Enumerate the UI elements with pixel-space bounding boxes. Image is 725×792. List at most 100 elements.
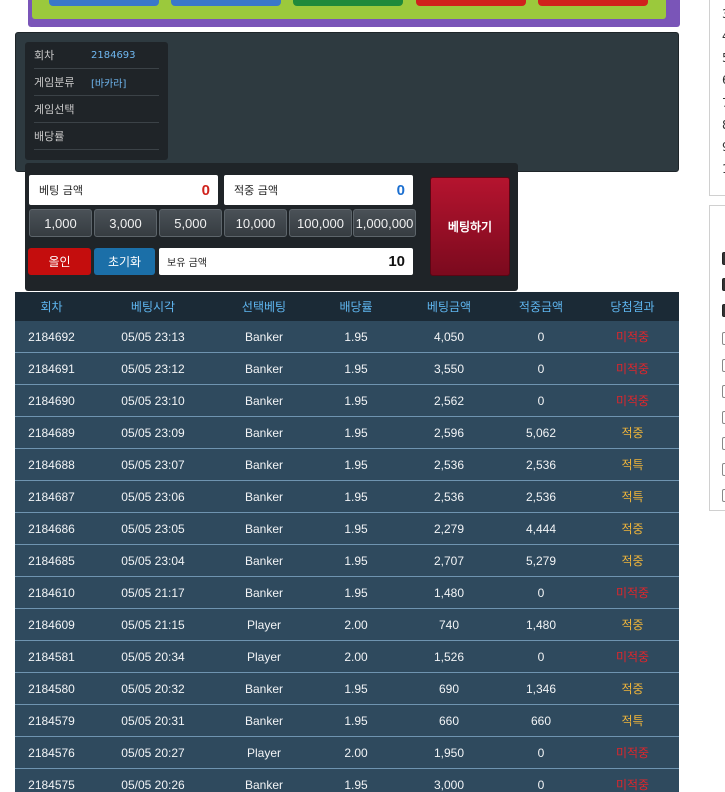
cell-bet-amount: 660: [438, 713, 460, 728]
cell-win-amount: 0: [537, 329, 545, 344]
cell-bet-amount: 740: [438, 617, 460, 632]
top-button-strip: [32, 0, 666, 19]
cell-pick: Player: [246, 617, 281, 632]
cell-win-amount: 2,536: [525, 457, 557, 472]
win-amount-box: 적중 금액 0: [224, 175, 413, 205]
balance-value: 10: [388, 253, 405, 270]
table-row: 2184686 05/05 23:05 Banker 1.95 2,279 4,444 적중: [15, 513, 679, 545]
category-label: 게임분류: [34, 76, 75, 89]
cell-time: 05/05 20:34: [121, 649, 185, 664]
info-row-category: 게임분류 [바카라]: [34, 69, 159, 96]
all-in-button[interactable]: 올인: [28, 248, 91, 275]
table-row: 2184687 05/05 23:06 Banker 1.95 2,536 2,536 적특: [15, 481, 679, 513]
cell-pick: Banker: [244, 521, 284, 536]
header-win-amount: 적중금액: [518, 300, 564, 314]
cell-round: 2184687: [28, 489, 75, 504]
round-label: 회차: [34, 49, 55, 62]
chip-button-1000[interactable]: 1,000: [29, 209, 92, 237]
cell-pick: Banker: [244, 553, 284, 568]
cell-bet-amount: 2,536: [433, 489, 465, 504]
cell-pick: Banker: [244, 361, 284, 376]
cell-bet-amount: 2,562: [433, 393, 465, 408]
cell-odds: 2.00: [344, 617, 368, 632]
cell-win-amount: 0: [537, 393, 545, 408]
cell-round: 2184579: [28, 713, 75, 728]
cell-round: 2184580: [28, 681, 75, 696]
cell-bet-amount: 3,550: [433, 361, 465, 376]
select-label: 게임선택: [34, 103, 75, 116]
cell-result: 미적중: [615, 362, 650, 376]
chip-button-10000[interactable]: 10,000: [224, 209, 287, 237]
bet-amount-label: 베팅 금액: [39, 184, 83, 197]
cell-time: 05/05 20:26: [121, 777, 185, 792]
cell-result: 미적중: [615, 586, 650, 600]
cell-time: 05/05 23:06: [121, 489, 185, 504]
info-row-select: 게임선택: [34, 96, 159, 123]
chip-button-100000[interactable]: 100,000: [289, 209, 352, 237]
bet-amount-value: 0: [201, 181, 210, 199]
info-row-round: 회차 2184693: [34, 42, 159, 69]
right-checkbox-panel: [709, 205, 725, 511]
cell-win-amount: 0: [537, 745, 545, 760]
header-pick: 선택베팅: [241, 300, 287, 314]
cell-pick: Banker: [244, 681, 284, 696]
right-number-panel: 3 4 5 6 7 8 9 1: [709, 0, 725, 196]
cell-round: 2184692: [28, 329, 75, 344]
reset-button[interactable]: 초기화: [94, 248, 155, 275]
cell-win-amount: 660: [530, 713, 552, 728]
cell-pick: Banker: [244, 329, 284, 344]
cell-result: 적특: [621, 490, 644, 504]
table-row: 2184685 05/05 23:04 Banker 1.95 2,707 5,279 적중: [15, 545, 679, 577]
cell-time: 05/05 23:12: [121, 361, 185, 376]
cell-pick: Banker: [244, 425, 284, 440]
cell-time: 05/05 21:17: [121, 585, 185, 600]
cell-bet-amount: 4,050: [433, 329, 465, 344]
cell-bet-amount: 690: [438, 681, 460, 696]
table-row: 2184691 05/05 23:12 Banker 1.95 3,550 0 미적중: [15, 353, 679, 385]
cell-odds: 1.95: [344, 361, 368, 376]
category-value: [바카라]: [91, 78, 127, 90]
win-amount-label: 적중 금액: [234, 184, 278, 197]
table-row: 2184580 05/05 20:32 Banker 1.95 690 1,346 적중: [15, 673, 679, 705]
top-game-button-1[interactable]: [49, 0, 159, 6]
cell-time: 05/05 23:10: [121, 393, 185, 408]
cell-result: 미적중: [615, 650, 650, 664]
cell-round: 2184581: [28, 649, 75, 664]
info-row-odds: 배당률: [34, 123, 159, 150]
chip-button-3000[interactable]: 3,000: [94, 209, 157, 237]
table-row: 2184688 05/05 23:07 Banker 1.95 2,536 2,536 적특: [15, 449, 679, 481]
top-game-button-4[interactable]: [416, 0, 526, 6]
top-game-button-2[interactable]: [171, 0, 281, 6]
cell-pick: Player: [246, 745, 281, 760]
cell-win-amount: 0: [537, 585, 545, 600]
table-row: 2184690 05/05 23:10 Banker 1.95 2,562 0 미적중: [15, 385, 679, 417]
cell-bet-amount: 2,707: [433, 553, 465, 568]
cell-time: 05/05 20:27: [121, 745, 185, 760]
cell-time: 05/05 23:13: [121, 329, 185, 344]
cell-result: 미적중: [615, 778, 650, 792]
cell-win-amount: 5,279: [525, 553, 557, 568]
top-game-button-3[interactable]: [293, 0, 403, 6]
bet-history-table: 회차 베팅시각 선택베팅 배당률 베팅금액 적중금액 당첨결과 2184692 0…: [15, 292, 679, 792]
cell-pick: Banker: [244, 585, 284, 600]
cell-result: 미적중: [615, 330, 650, 344]
cell-odds: 2.00: [344, 649, 368, 664]
header-time: 베팅시각: [130, 300, 176, 314]
header-odds: 배당률: [339, 300, 373, 314]
cell-odds: 1.95: [344, 681, 368, 696]
cell-round: 2184576: [28, 745, 75, 760]
top-game-button-5[interactable]: [538, 0, 648, 6]
chip-button-5000[interactable]: 5,000: [159, 209, 222, 237]
cell-result: 적특: [621, 458, 644, 472]
cell-result: 적중: [621, 682, 644, 696]
cell-round: 2184575: [28, 777, 75, 792]
cell-result: 적중: [621, 426, 644, 440]
cell-round: 2184688: [28, 457, 75, 472]
cell-odds: 1.95: [344, 329, 368, 344]
place-bet-button[interactable]: 베팅하기: [430, 177, 510, 276]
cell-round: 2184689: [28, 425, 75, 440]
cell-pick: Player: [246, 649, 281, 664]
cell-win-amount: 1,480: [525, 617, 557, 632]
cell-result: 적중: [621, 554, 644, 568]
chip-button-1000000[interactable]: 1,000,000: [353, 209, 416, 237]
